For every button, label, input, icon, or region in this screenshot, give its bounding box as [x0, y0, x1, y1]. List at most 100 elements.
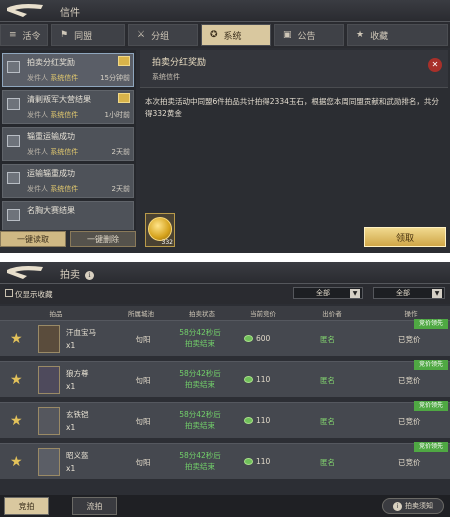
lead-badge: 竞价领先 [414, 401, 448, 411]
tab-label: 收藏 [370, 31, 389, 42]
mail-list-item[interactable]: 名胸大赛结果 [2, 201, 134, 230]
chevron-down-icon: ▼ [350, 289, 360, 298]
item-city: 句阳 [135, 417, 151, 426]
item-name: 玄铁铠 [66, 410, 89, 419]
mail-list-item[interactable]: 拍卖分红奖励 发件人 系统信件 15分钟前 [2, 53, 134, 87]
bid-status-button[interactable]: 已竞价 [398, 416, 421, 427]
item-bidder: 匿名 [320, 458, 335, 467]
mail-detail-title: 拍卖分红奖励 [152, 58, 207, 68]
table-row[interactable]: ★ 狼方尊 x1 句阳 58分42秒后 拍卖结束 110 匿名 已竞价 竞价领先 [0, 360, 450, 397]
col-action: 操作 [404, 310, 418, 318]
envelope-icon [7, 98, 20, 110]
envelope-icon [7, 61, 20, 73]
bid-status-button[interactable]: 已竞价 [398, 375, 421, 386]
col-state: 拍卖状态 [189, 310, 215, 318]
auction-window: 拍卖 i 仅显示收藏 全部 ▼ 全部 ▼ 拍品 所属城池 拍卖状态 当前竞价 出价者 … [0, 262, 450, 517]
star-icon[interactable]: ★ [10, 413, 23, 429]
flag-icon: ⚑ [60, 30, 69, 40]
jade-icon [244, 376, 253, 383]
table-row[interactable]: ★ 玄铁铠 x1 句阳 58分42秒后 拍卖结束 110 匿名 已竞价 竞价领先 [0, 401, 450, 438]
mail-subject: 拍卖分红奖励 [27, 58, 75, 67]
star-icon[interactable]: ★ [10, 454, 23, 470]
mail-detail: 拍卖分红奖励 系统信件 ✕ 本次拍卖活动中同盟6件拍品共计拍得2334玉石，根据… [140, 50, 450, 253]
mail-subject: 清剿叛军大营结果 [27, 95, 91, 104]
tab-notice[interactable]: ▣ 公告 [274, 24, 344, 46]
back-arrow-icon[interactable] [5, 264, 47, 281]
item-price: 110 [244, 375, 270, 384]
trash-icon[interactable]: ✕ [428, 58, 442, 72]
bid-status-button[interactable]: 已竞价 [398, 457, 421, 468]
claim-button[interactable]: 领取 [364, 227, 446, 247]
gear-icon: ✪ [210, 30, 218, 40]
mail-time: 2天前 [111, 185, 130, 193]
tab-label: 分组 [151, 31, 170, 42]
tab-orders[interactable]: ≡ 活令 [0, 24, 48, 46]
tab-favorites[interactable]: ★ 收藏 [347, 24, 448, 46]
auction-rows: ★ 汗血宝马 x1 句阳 58分42秒后 拍卖结束 600 匿名 已竞价 竞价领先… [0, 319, 450, 490]
gift-icon [118, 56, 130, 66]
mail-title-bar: 信件 [0, 0, 450, 22]
attachment-count: 332 [161, 239, 173, 246]
envelope-icon [7, 135, 20, 147]
auction-notice-button[interactable]: i 拍卖须知 [382, 498, 444, 514]
star-icon[interactable]: ★ [10, 372, 23, 388]
tab-group[interactable]: ⚔ 分组 [128, 24, 198, 46]
mail-body: 本次拍卖活动中同盟6件拍品共计拍得2334玉石，根据您本周同盟贡献和武勋排名，共… [145, 97, 439, 118]
filter-dropdown-2[interactable]: 全部 ▼ [373, 287, 445, 299]
item-price: 110 [244, 416, 270, 425]
item-bidder: 匿名 [320, 335, 335, 344]
mail-title: 信件 [60, 8, 80, 19]
attachment-slot[interactable]: 332 [145, 213, 175, 247]
mail-sender: 发件人 系统信件 [27, 148, 79, 156]
lead-badge: 竞价领先 [414, 319, 448, 329]
favorites-only-checkbox[interactable] [5, 289, 13, 297]
table-row[interactable]: ★ 汗血宝马 x1 句阳 58分42秒后 拍卖结束 600 匿名 已竞价 竞价领先 [0, 319, 450, 356]
mail-sender: 发件人 系统信件 [27, 185, 79, 193]
item-state: 58分42秒后 拍卖结束 [179, 410, 221, 430]
mail-list-item[interactable]: 运输辎重成功 发件人 系统信件 2天前 [2, 164, 134, 198]
back-arrow-icon[interactable] [5, 2, 47, 19]
item-bidder: 匿名 [320, 376, 335, 385]
tab-label: 公告 [297, 31, 316, 42]
tab-unsold[interactable]: 流拍 [72, 497, 117, 515]
mail-sender: 发件人 系统信件 [27, 111, 79, 119]
star-icon[interactable]: ★ [10, 331, 23, 347]
auction-title: 拍卖 i [60, 266, 94, 281]
lead-badge: 竞价领先 [414, 442, 448, 452]
lead-badge: 竞价领先 [414, 360, 448, 370]
item-qty: x1 [66, 464, 76, 473]
mail-tabs: ≡ 活令 ⚑ 同盟 ⚔ 分组 ✪ 系统 ▣ 公告 ★ 收藏 [0, 22, 450, 48]
table-row[interactable]: ★ 昭义盔 x1 句阳 58分42秒后 拍卖结束 110 匿名 已竞价 竞价领先 [0, 442, 450, 479]
mail-detail-header: 拍卖分红奖励 系统信件 ✕ [140, 50, 448, 88]
envelope-icon [7, 172, 20, 184]
mail-list-item[interactable]: 辎重运输成功 发件人 系统信件 2天前 [2, 127, 134, 161]
mail-subject: 名胸大赛结果 [27, 206, 75, 215]
info-icon[interactable]: i [85, 271, 94, 280]
tab-system[interactable]: ✪ 系统 [201, 24, 271, 46]
item-name: 汗血宝马 [66, 328, 96, 337]
item-name: 狼方尊 [66, 369, 89, 378]
mail-time: 1小时前 [104, 111, 130, 119]
info-icon: i [393, 501, 402, 511]
item-state: 58分42秒后 拍卖结束 [179, 451, 221, 471]
mail-subject: 运输辎重成功 [27, 169, 75, 178]
delete-all-button[interactable]: 一键删除 [70, 231, 136, 247]
read-all-button[interactable]: 一键读取 [0, 231, 66, 247]
favorites-only-label: 仅显示收藏 [15, 290, 53, 299]
jade-icon [244, 335, 253, 342]
mail-list-item[interactable]: 清剿叛军大营结果 发件人 系统信件 1小时前 [2, 90, 134, 124]
tab-bidding[interactable]: 竞拍 [4, 497, 49, 515]
list-icon: ≡ [9, 30, 17, 40]
auction-bottom-bar: 竞拍 流拍 i 拍卖须知 [0, 495, 450, 517]
bid-status-button[interactable]: 已竞价 [398, 334, 421, 345]
item-state: 58分42秒后 拍卖结束 [179, 328, 221, 348]
jade-icon [244, 417, 253, 424]
auction-title-bar: 拍卖 i [0, 262, 450, 284]
mail-sender: 发件人 系统信件 [27, 74, 79, 82]
col-price: 当前竞价 [250, 310, 276, 318]
notice-icon: ▣ [283, 30, 292, 40]
jade-icon [244, 458, 253, 465]
tab-alliance[interactable]: ⚑ 同盟 [51, 24, 125, 46]
gift-icon [118, 93, 130, 103]
filter-dropdown-1[interactable]: 全部 ▼ [293, 287, 363, 299]
